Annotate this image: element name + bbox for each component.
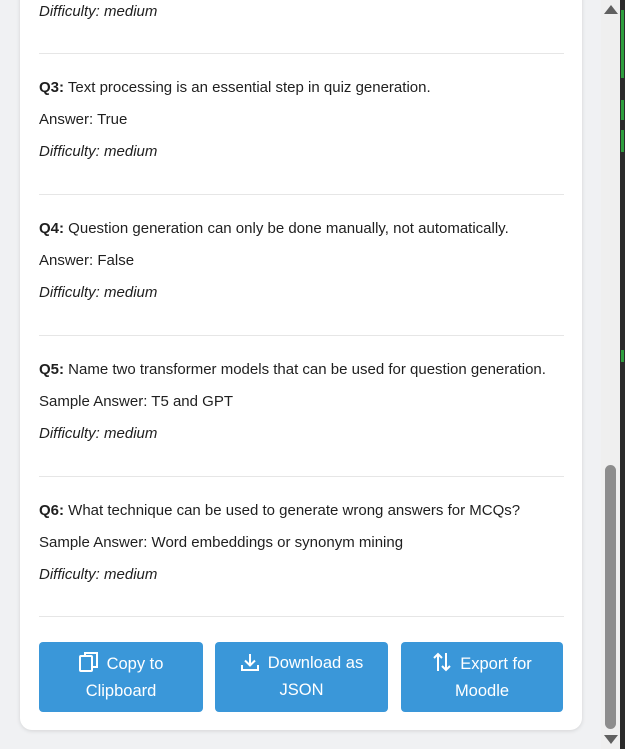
question-5-text: Q5: Name two transformer models that can… xyxy=(39,361,564,379)
question-6-answer: Sample Answer: Word embeddings or synony… xyxy=(39,534,404,551)
export-button-label-line2: Moodle xyxy=(454,682,510,700)
question-4-difficulty: Difficulty: medium xyxy=(39,284,158,301)
copy-button-label-line1: Copy to xyxy=(106,655,164,673)
divider xyxy=(39,476,564,477)
export-moodle-button[interactable]: Export for Moodle xyxy=(401,642,563,712)
question-6-prompt: What technique can be used to generate w… xyxy=(64,502,521,519)
question-6-difficulty: Difficulty: medium xyxy=(39,566,158,583)
question-3-prompt: Text processing is an essential step in … xyxy=(64,79,431,96)
question-3-difficulty: Difficulty: medium xyxy=(39,143,158,160)
copy-button-label-line2: Clipboard xyxy=(85,682,157,700)
question-4-answer: Answer: False xyxy=(39,252,135,269)
scroll-up-icon[interactable] xyxy=(604,5,618,14)
download-icon xyxy=(240,652,260,679)
question-3-number: Q3: xyxy=(39,79,65,96)
question-2-difficulty: Difficulty: medium xyxy=(39,3,158,20)
export-button-label-line1: Export for xyxy=(460,655,532,673)
download-button-label-line1: Download as xyxy=(267,654,364,672)
divider xyxy=(39,194,564,195)
copy-button-content: Copy to Clipboard xyxy=(78,651,164,703)
download-button-label-line2: JSON xyxy=(279,681,324,699)
divider xyxy=(39,53,564,54)
question-6-text: Q6: What technique can be used to genera… xyxy=(39,502,564,520)
question-5-answer: Sample Answer: T5 and GPT xyxy=(39,393,233,410)
question-3-answer: Answer: True xyxy=(39,111,128,128)
question-6-number: Q6: xyxy=(39,502,65,519)
edge-accent xyxy=(621,350,624,362)
question-4-text: Q4: Question generation can only be done… xyxy=(39,220,564,238)
question-5-number: Q5: xyxy=(39,361,65,378)
question-3-text: Q3: Text processing is an essential step… xyxy=(39,79,564,97)
edge-accent xyxy=(621,100,624,120)
divider xyxy=(39,616,564,617)
divider xyxy=(39,335,564,336)
copy-to-clipboard-button[interactable]: Copy to Clipboard xyxy=(39,642,203,712)
edge-accent xyxy=(621,10,624,78)
download-json-button[interactable]: Download as JSON xyxy=(215,642,388,712)
scrollbar-thumb[interactable] xyxy=(605,465,616,729)
edge-accent xyxy=(621,130,624,152)
copy-icon xyxy=(78,651,99,680)
question-5-prompt: Name two transformer models that can be … xyxy=(64,361,546,378)
question-4-number: Q4: xyxy=(39,220,65,237)
question-5-difficulty: Difficulty: medium xyxy=(39,425,158,442)
export-arrows-icon xyxy=(432,651,452,680)
download-button-content: Download as JSON xyxy=(240,652,363,702)
question-4-prompt: Question generation can only be done man… xyxy=(64,220,509,237)
scroll-down-icon[interactable] xyxy=(604,735,618,744)
export-button-content: Export for Moodle xyxy=(432,651,532,703)
